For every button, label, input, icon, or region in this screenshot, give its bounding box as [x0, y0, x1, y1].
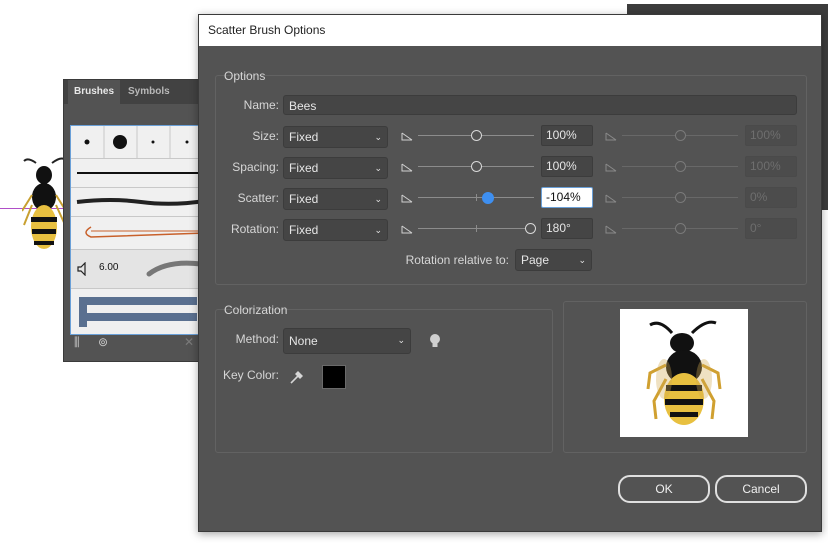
chevron-down-icon: ⌄ [374, 194, 382, 204]
tips-lightbulb-icon[interactable] [429, 333, 441, 349]
chevron-down-icon: ⌄ [374, 225, 382, 235]
size-variation-thumb [675, 130, 686, 141]
rotation-relative-value: Page [521, 253, 550, 267]
size-variation-value: 100% [745, 125, 797, 146]
speaker-icon [77, 262, 86, 276]
chevron-down-icon: ⌄ [374, 132, 382, 142]
brush-row-selected[interactable]: 6.00 [71, 250, 205, 289]
brushes-panel: Brushes Symbols 6.00 ⫼ ⊚ ✕ [63, 79, 206, 362]
scatter-slider-center-tick [476, 194, 477, 201]
options-group-label: Options [224, 69, 266, 83]
chevron-down-icon: ⌄ [374, 163, 382, 173]
size-label: Size: [252, 129, 279, 143]
scatter-variation-value: 0% [745, 187, 797, 208]
cancel-button[interactable]: Cancel [715, 475, 807, 503]
chevron-down-icon: ⌄ [397, 335, 405, 345]
rotation-slider-thumb[interactable] [525, 223, 536, 234]
scatter-value[interactable]: -104% [541, 187, 593, 208]
brush-row-pattern[interactable] [71, 289, 205, 333]
spacing-method-value: Fixed [289, 161, 319, 175]
key-color-label: Key Color: [222, 368, 279, 382]
rotation-relative-select[interactable]: Page ⌄ [515, 249, 592, 271]
dialog-title: Scatter Brush Options [199, 15, 821, 46]
tab-brushes[interactable]: Brushes [68, 80, 121, 104]
rotation-variation-thumb [675, 223, 686, 234]
pressure-icon [401, 194, 413, 203]
libraries-panel-icon[interactable]: ⊚ [98, 335, 108, 349]
brush-row-pencil[interactable] [71, 217, 206, 250]
colorization-group-label: Colorization [224, 303, 288, 317]
pressure-icon [401, 163, 413, 172]
spacing-variation-value: 100% [745, 156, 797, 177]
brush-list[interactable]: 6.00 [70, 125, 206, 335]
rotation-variation-value: 0° [745, 218, 797, 239]
chevron-down-icon: ⌄ [578, 255, 586, 265]
brush-libraries-icon[interactable]: ⫼ [74, 335, 80, 350]
scatter-method-select[interactable]: Fixed ⌄ [283, 188, 388, 210]
brush-row-dots[interactable] [71, 126, 205, 159]
brush-pencil-icon [85, 226, 206, 238]
stroke-weight-value: 6.00 [99, 262, 119, 273]
colorization-method-select[interactable]: None ⌄ [283, 328, 411, 354]
remove-brush-icon[interactable]: ✕ [184, 335, 194, 349]
pressure-icon-dim [605, 132, 617, 141]
panel-tab-bar: Brushes Symbols [64, 80, 204, 104]
brush-row-charcoal[interactable] [71, 188, 206, 217]
spacing-label: Spacing: [232, 160, 279, 174]
brush-charcoal-icon [76, 198, 206, 206]
spacing-variation-thumb [675, 161, 686, 172]
brush-preview [620, 309, 748, 437]
brush-line-icon [77, 172, 205, 174]
rotation-value[interactable]: 180° [541, 218, 593, 239]
ok-button[interactable]: OK [618, 475, 710, 503]
rotation-label: Rotation: [230, 222, 279, 236]
rotation-slider-center-tick [476, 225, 477, 232]
eyedropper-icon[interactable] [289, 367, 305, 385]
brush-calligraphic-icon [146, 260, 204, 277]
brush-row-line[interactable] [71, 159, 205, 188]
name-input[interactable]: Bees [283, 95, 797, 115]
pressure-icon-dim [605, 225, 617, 234]
scatter-method-value: Fixed [289, 192, 319, 206]
scatter-variation-thumb [675, 192, 686, 203]
key-color-swatch[interactable] [322, 365, 346, 389]
size-value[interactable]: 100% [541, 125, 593, 146]
pressure-icon-dim [605, 194, 617, 203]
size-slider-thumb[interactable] [471, 130, 482, 141]
size-method-select[interactable]: Fixed ⌄ [283, 126, 388, 148]
pressure-icon [401, 132, 413, 141]
colorization-method-value: None [289, 334, 318, 348]
method-label: Method: [235, 332, 279, 346]
pressure-icon-dim [605, 163, 617, 172]
scatter-slider-thumb[interactable] [482, 192, 494, 204]
scatter-brush-options-dialog: Scatter Brush Options Options Name: Bees… [198, 14, 822, 532]
spacing-method-select[interactable]: Fixed ⌄ [283, 157, 388, 179]
spacing-slider-thumb[interactable] [471, 161, 482, 172]
tab-symbols[interactable]: Symbols [122, 80, 176, 104]
brush-pattern-icon [79, 297, 197, 327]
spacing-value[interactable]: 100% [541, 156, 593, 177]
name-label: Name: [243, 98, 279, 112]
rotation-method-value: Fixed [289, 223, 319, 237]
brush-dots-icon [84, 126, 189, 158]
scatter-label: Scatter: [237, 191, 279, 205]
rotation-method-select[interactable]: Fixed ⌄ [283, 219, 388, 241]
size-method-value: Fixed [289, 130, 319, 144]
bee-preview-icon [646, 320, 722, 425]
pressure-icon [401, 225, 413, 234]
rotation-relative-label: Rotation relative to: [405, 253, 509, 267]
